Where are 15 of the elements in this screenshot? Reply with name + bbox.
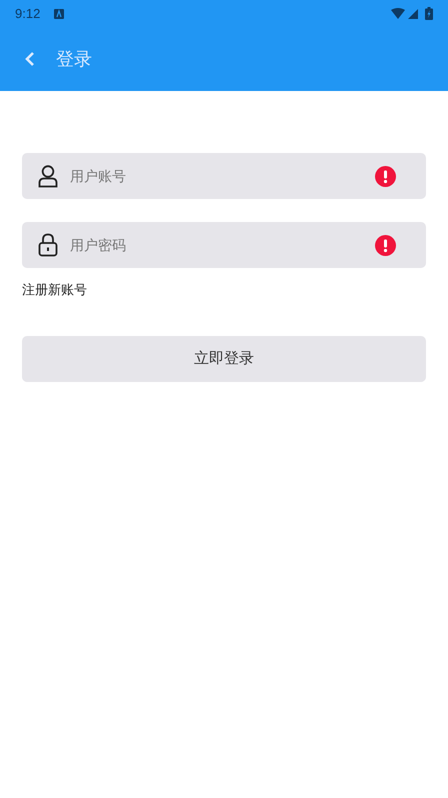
wifi-icon <box>391 8 405 19</box>
signal-icon <box>408 8 418 18</box>
input-field[interactable]: 用户账号 <box>22 153 426 199</box>
notification-icon <box>54 8 64 18</box>
page-title: 登录 <box>56 48 92 70</box>
user-icon <box>38 164 58 188</box>
lock-icon <box>38 233 58 257</box>
status-time: 9:12 <box>15 4 40 23</box>
field-input[interactable]: 用户密码 <box>70 234 363 256</box>
login-button[interactable]: 立即登录 <box>22 336 426 382</box>
field-input[interactable]: 用户账号 <box>70 166 363 186</box>
register-link[interactable]: 注册新账号 <box>22 282 87 297</box>
battery-icon <box>425 7 433 20</box>
input-field[interactable]: 用户密码 <box>22 222 426 268</box>
back-icon[interactable] <box>24 51 36 67</box>
